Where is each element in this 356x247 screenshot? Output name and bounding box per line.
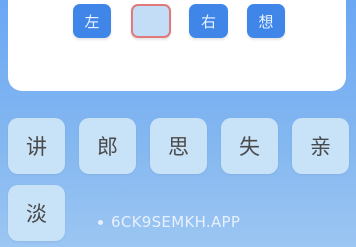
watermark: 6CK9SEMKH.APP bbox=[98, 213, 240, 231]
candidate-tile[interactable]: 淡 bbox=[8, 185, 65, 241]
answer-slot-1[interactable]: 左 bbox=[73, 4, 111, 38]
candidate-tile[interactable]: 郎 bbox=[79, 118, 136, 174]
candidate-tile[interactable]: 思 bbox=[150, 118, 207, 174]
candidate-tile[interactable]: 亲 bbox=[292, 118, 349, 174]
answer-slot-3[interactable]: 右 bbox=[189, 4, 228, 38]
candidate-tile[interactable]: 失 bbox=[221, 118, 278, 174]
watermark-text: 6CK9SEMKH.APP bbox=[111, 213, 241, 231]
answer-slot-4[interactable]: 想 bbox=[247, 4, 285, 38]
dot-icon bbox=[98, 219, 103, 225]
answer-slot-2-empty[interactable] bbox=[131, 4, 171, 38]
answer-panel: 左 右 想 bbox=[8, 0, 346, 91]
candidate-tile[interactable]: 讲 bbox=[8, 118, 65, 174]
